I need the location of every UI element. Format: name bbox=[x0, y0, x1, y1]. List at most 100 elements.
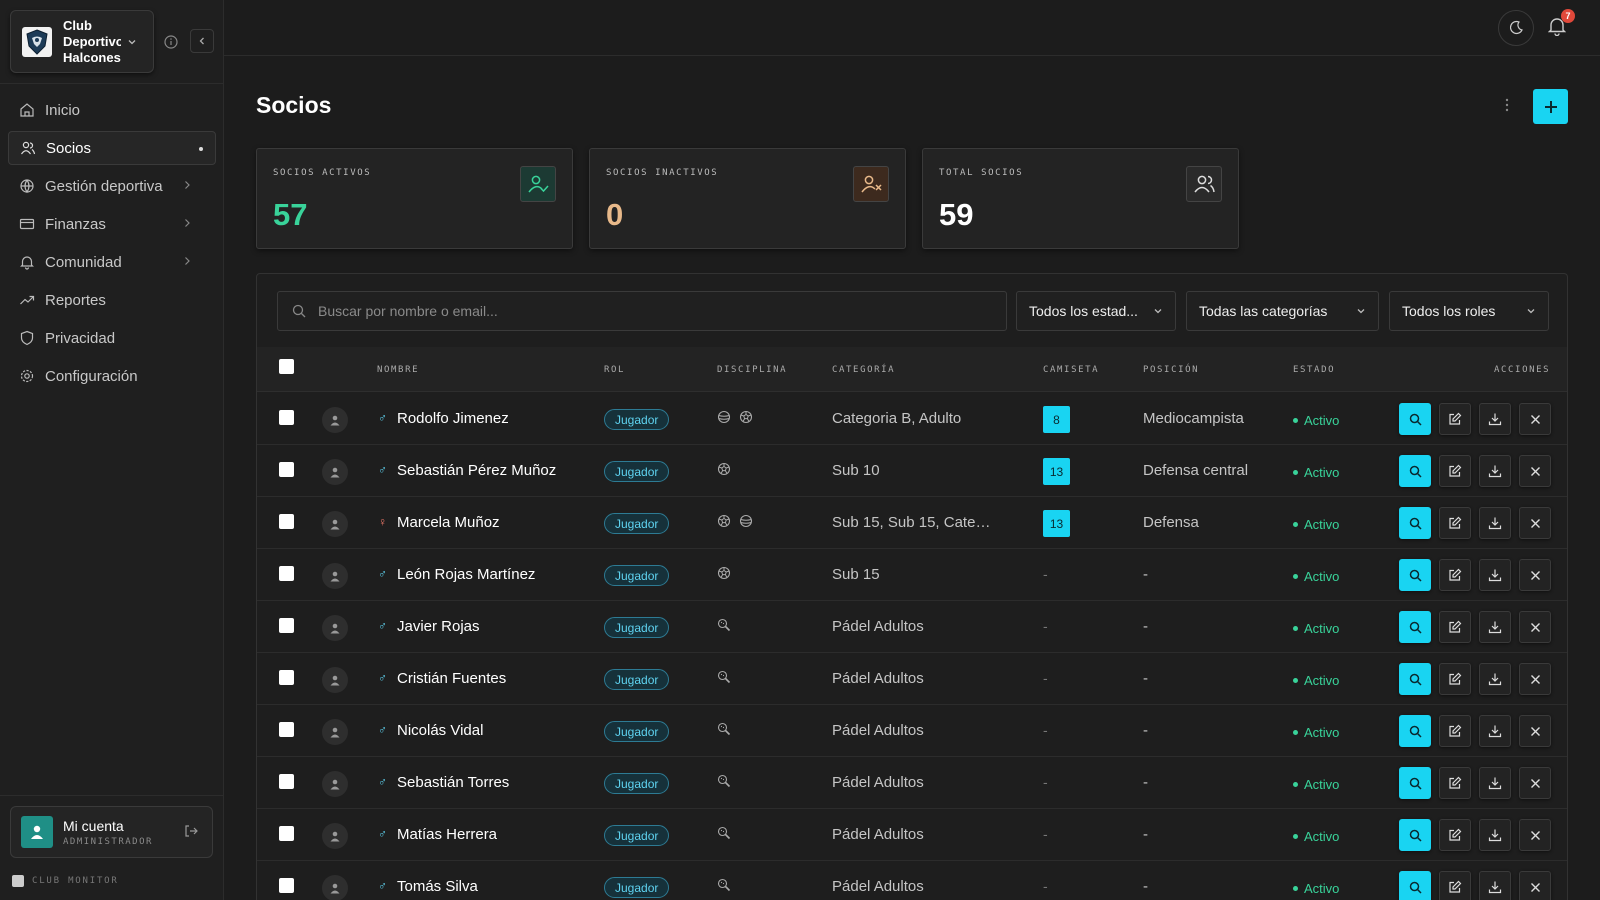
row-checkbox[interactable] bbox=[279, 722, 294, 737]
collapse-sidebar-button[interactable] bbox=[190, 29, 214, 53]
header-estado[interactable]: ESTADO bbox=[1293, 365, 1335, 375]
member-name[interactable]: Sebastián Torres bbox=[397, 774, 509, 791]
download-button[interactable] bbox=[1479, 611, 1511, 643]
view-button[interactable] bbox=[1399, 559, 1431, 591]
header-camiseta[interactable]: CAMISETA bbox=[1043, 365, 1099, 375]
edit-button[interactable] bbox=[1439, 663, 1471, 695]
sidebar-item-socios[interactable]: Socios bbox=[8, 131, 216, 165]
theme-toggle-button[interactable] bbox=[1498, 10, 1534, 46]
delete-button[interactable] bbox=[1519, 871, 1551, 900]
logout-icon[interactable] bbox=[184, 824, 198, 841]
table-row[interactable]: ♂ Matías Herrera Jugador Pádel Adultos - - Act… bbox=[257, 809, 1567, 861]
info-icon[interactable] bbox=[160, 31, 182, 53]
table-row[interactable]: ♀ Marcela Muñoz Jugador Sub 15, Sub 15, Cat… bbox=[257, 497, 1567, 549]
edit-button[interactable] bbox=[1439, 559, 1471, 591]
member-name[interactable]: Sebastián Pérez Muñoz bbox=[397, 462, 556, 479]
header-nombre[interactable]: NOMBRE bbox=[377, 365, 419, 375]
member-name[interactable]: Cristián Fuentes bbox=[397, 670, 506, 687]
view-button[interactable] bbox=[1399, 715, 1431, 747]
header-posicion[interactable]: POSICIÓN bbox=[1143, 365, 1199, 375]
sidebar-item-label: Inicio bbox=[45, 101, 81, 119]
sidebar-item-reportes[interactable]: Reportes bbox=[8, 283, 216, 317]
table-row[interactable]: ♂ Tomás Silva Jugador Pádel Adultos - - Activo bbox=[257, 861, 1567, 900]
row-checkbox[interactable] bbox=[279, 774, 294, 789]
member-name[interactable]: Javier Rojas bbox=[397, 618, 480, 635]
sidebar-item-comunidad[interactable]: Comunidad bbox=[8, 245, 216, 279]
download-button[interactable] bbox=[1479, 871, 1511, 900]
edit-button[interactable] bbox=[1439, 611, 1471, 643]
view-button[interactable] bbox=[1399, 819, 1431, 851]
categoria-filter-select[interactable]: Todas las categorías bbox=[1186, 291, 1379, 331]
delete-button[interactable] bbox=[1519, 403, 1551, 435]
edit-button[interactable] bbox=[1439, 871, 1471, 900]
download-button[interactable] bbox=[1479, 767, 1511, 799]
table-row[interactable]: ♂ Sebastián Torres Jugador Pádel Adultos - - A… bbox=[257, 757, 1567, 809]
sidebar-item-finanzas[interactable]: Finanzas bbox=[8, 207, 216, 241]
download-button[interactable] bbox=[1479, 507, 1511, 539]
club-selector[interactable]: Club Deportivo Halcones bbox=[10, 10, 154, 73]
member-name[interactable]: Rodolfo Jimenez bbox=[397, 410, 509, 427]
download-button[interactable] bbox=[1479, 403, 1511, 435]
row-checkbox[interactable] bbox=[279, 410, 294, 425]
search-input[interactable]: Buscar por nombre o email... bbox=[277, 291, 1007, 331]
view-button[interactable] bbox=[1399, 871, 1431, 900]
download-button[interactable] bbox=[1479, 559, 1511, 591]
edit-button[interactable] bbox=[1439, 455, 1471, 487]
member-name[interactable]: Nicolás Vidal bbox=[397, 722, 483, 739]
account-card[interactable]: Mi cuenta ADMINISTRADOR bbox=[10, 806, 213, 858]
row-checkbox[interactable] bbox=[279, 670, 294, 685]
header-rol[interactable]: ROL bbox=[604, 365, 625, 375]
delete-button[interactable] bbox=[1519, 455, 1551, 487]
header-disciplina[interactable]: DISCIPLINA bbox=[717, 365, 787, 375]
table-row[interactable]: ♂ León Rojas Martínez Jugador Sub 15 - - Activ… bbox=[257, 549, 1567, 601]
delete-button[interactable] bbox=[1519, 715, 1551, 747]
row-checkbox[interactable] bbox=[279, 878, 294, 893]
add-member-button[interactable] bbox=[1533, 89, 1568, 124]
table-row[interactable]: ♂ Nicolás Vidal Jugador Pádel Adultos - - Acti… bbox=[257, 705, 1567, 757]
row-checkbox[interactable] bbox=[279, 566, 294, 581]
table-row[interactable]: ♂ Rodolfo Jimenez Jugador Categoria B, Adul… bbox=[257, 393, 1567, 445]
member-name[interactable]: León Rojas Martínez bbox=[397, 566, 535, 583]
edit-button[interactable] bbox=[1439, 767, 1471, 799]
delete-button[interactable] bbox=[1519, 819, 1551, 851]
member-name[interactable]: Marcela Muñoz bbox=[397, 514, 500, 531]
row-checkbox[interactable] bbox=[279, 462, 294, 477]
view-button[interactable] bbox=[1399, 663, 1431, 695]
edit-button[interactable] bbox=[1439, 819, 1471, 851]
table-row[interactable]: ♂ Sebastián Pérez Muñoz Jugador Sub 10 13 Def… bbox=[257, 445, 1567, 497]
view-button[interactable] bbox=[1399, 403, 1431, 435]
delete-button[interactable] bbox=[1519, 611, 1551, 643]
view-button[interactable] bbox=[1399, 767, 1431, 799]
view-button[interactable] bbox=[1399, 507, 1431, 539]
row-checkbox[interactable] bbox=[279, 826, 294, 841]
member-name[interactable]: Tomás Silva bbox=[397, 878, 478, 895]
estado-filter-select[interactable]: Todos los estad... bbox=[1016, 291, 1176, 331]
header-categoria[interactable]: CATEGORÍA bbox=[832, 365, 895, 375]
edit-button[interactable] bbox=[1439, 403, 1471, 435]
rol-filter-select[interactable]: Todos los roles bbox=[1389, 291, 1549, 331]
status-dot bbox=[1293, 418, 1298, 423]
sidebar-item-privacidad[interactable]: Privacidad bbox=[8, 321, 216, 355]
edit-button[interactable] bbox=[1439, 507, 1471, 539]
row-checkbox[interactable] bbox=[279, 514, 294, 529]
view-button[interactable] bbox=[1399, 455, 1431, 487]
sidebar-item-inicio[interactable]: Inicio bbox=[8, 93, 216, 127]
download-button[interactable] bbox=[1479, 819, 1511, 851]
select-all-checkbox[interactable] bbox=[279, 359, 294, 374]
row-checkbox[interactable] bbox=[279, 618, 294, 633]
download-button[interactable] bbox=[1479, 455, 1511, 487]
member-name[interactable]: Matías Herrera bbox=[397, 826, 497, 843]
sidebar-item-configuracion[interactable]: Configuración bbox=[8, 359, 216, 393]
download-button[interactable] bbox=[1479, 715, 1511, 747]
table-row[interactable]: ♂ Javier Rojas Jugador Pádel Adultos - - Activ… bbox=[257, 601, 1567, 653]
download-button[interactable] bbox=[1479, 663, 1511, 695]
more-options-icon[interactable] bbox=[1505, 98, 1509, 112]
delete-button[interactable] bbox=[1519, 767, 1551, 799]
sidebar-item-gestion-deportiva[interactable]: Gestión deportiva bbox=[8, 169, 216, 203]
edit-button[interactable] bbox=[1439, 715, 1471, 747]
view-button[interactable] bbox=[1399, 611, 1431, 643]
delete-button[interactable] bbox=[1519, 663, 1551, 695]
delete-button[interactable] bbox=[1519, 559, 1551, 591]
delete-button[interactable] bbox=[1519, 507, 1551, 539]
table-row[interactable]: ♂ Cristián Fuentes Jugador Pádel Adultos - - A… bbox=[257, 653, 1567, 705]
